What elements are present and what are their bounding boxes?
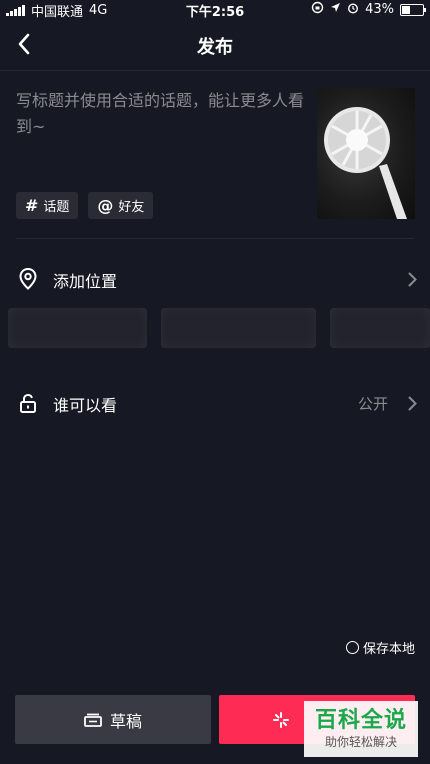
watermark-subtitle: 助你轻松解决 (324, 735, 397, 749)
topic-chip[interactable]: # 话题 (16, 192, 79, 219)
drafts-icon (84, 713, 102, 727)
radio-circle-icon (345, 641, 359, 654)
status-bar: 中国联通 4G 下午2:56 43% (0, 0, 430, 20)
unlock-icon (16, 391, 40, 415)
location-arrow-icon (330, 2, 341, 17)
page-title: 发布 (197, 37, 233, 58)
privacy-value: 公开 (357, 395, 388, 413)
hash-icon: # (25, 196, 39, 215)
battery-icon (400, 3, 426, 16)
chip-row: # 话题 @ 好友 (16, 192, 154, 219)
draft-label: 草稿 (109, 711, 142, 731)
privacy-row[interactable]: 谁可以看 公开 (0, 383, 430, 423)
publish-icon (273, 711, 289, 728)
chevron-right-icon (404, 393, 420, 413)
at-icon: @ (97, 196, 114, 215)
location-suggestions (8, 308, 430, 348)
save-local-toggle[interactable]: 保存本地 (345, 638, 415, 657)
friend-chip-label: 好友 (118, 200, 145, 215)
location-suggestion[interactable] (8, 308, 148, 348)
alarm-icon (347, 2, 359, 18)
topic-chip-label: 话题 (43, 200, 70, 215)
friend-chip[interactable]: @ 好友 (88, 192, 154, 219)
fan-cover-image (324, 107, 407, 219)
privacy-label: 谁可以看 (53, 396, 118, 415)
location-pin-icon (16, 267, 40, 291)
orientation-lock-icon (311, 1, 324, 18)
chevron-right-icon (404, 269, 420, 289)
nav-bar: 发布 (0, 18, 430, 71)
location-suggestion[interactable] (161, 308, 316, 348)
divider (16, 238, 414, 239)
site-watermark: 百科全说 助你轻松解决 (304, 701, 418, 757)
draft-button[interactable]: 草稿 (15, 695, 211, 744)
video-cover-thumbnail[interactable] (317, 88, 415, 219)
add-location-label: 添加位置 (53, 272, 118, 291)
watermark-title: 百科全说 (314, 708, 407, 733)
location-suggestion[interactable] (329, 308, 430, 348)
title-input[interactable]: 写标题并使用合适的话题，能让更多人看到~ (16, 88, 306, 140)
battery-fill (402, 5, 410, 14)
save-local-label: 保存本地 (362, 642, 415, 657)
status-right: 43% (311, 1, 426, 18)
battery-percent: 43% (365, 2, 394, 17)
add-location-row[interactable]: 添加位置 (0, 259, 430, 299)
